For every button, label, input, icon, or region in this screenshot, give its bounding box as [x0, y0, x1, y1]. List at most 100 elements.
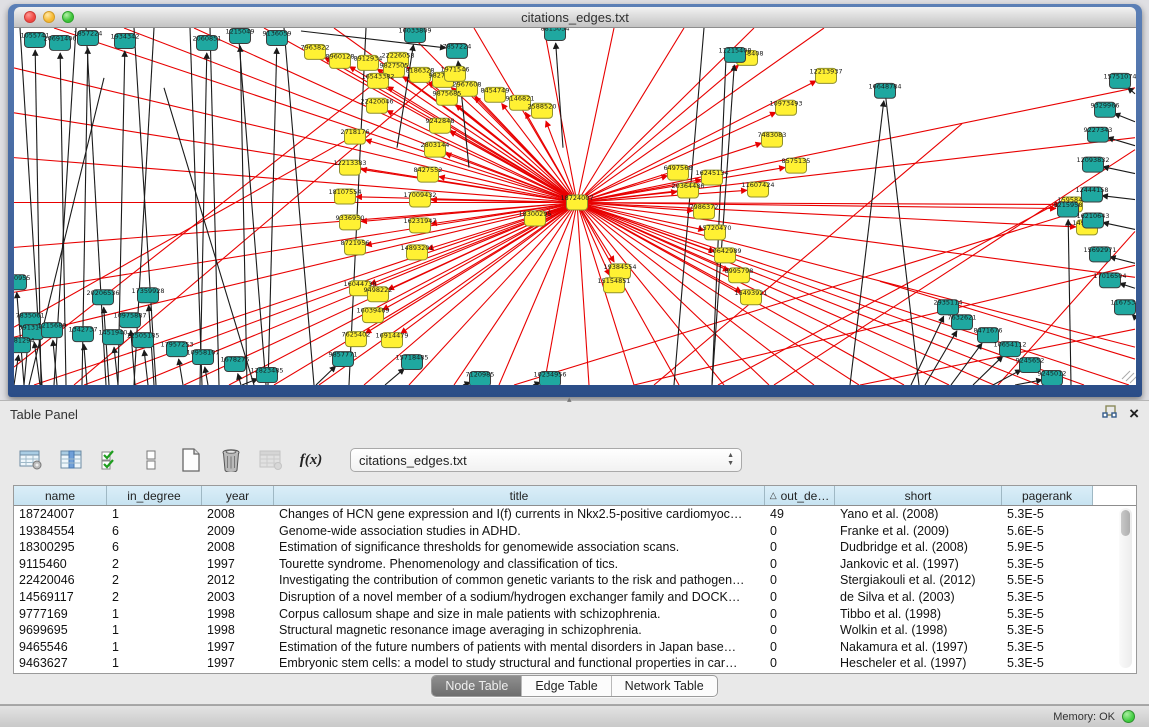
table-cell[interactable]: 6 — [107, 539, 202, 556]
table-cell[interactable]: 5.5E-5 — [1002, 572, 1093, 589]
table-cell[interactable]: 14569117 — [14, 589, 107, 606]
table-cell[interactable]: 18724007 — [14, 506, 107, 523]
table-cell[interactable]: 0 — [765, 523, 835, 540]
table-cell[interactable]: 9699695 — [14, 622, 107, 639]
table-cell[interactable]: 0 — [765, 639, 835, 656]
show-columns-icon[interactable] — [58, 447, 84, 473]
table-cell[interactable]: 0 — [765, 539, 835, 556]
table-cell[interactable]: Corpus callosum shape and size in male p… — [274, 606, 765, 623]
table-cell[interactable]: 1997 — [202, 556, 274, 573]
table-cell[interactable]: Wolkin et al. (1998) — [835, 622, 1002, 639]
table-cell[interactable]: 9465546 — [14, 639, 107, 656]
table-settings-icon[interactable] — [18, 447, 44, 473]
table-cell[interactable]: Changes of HCN gene expression and I(f) … — [274, 506, 765, 523]
column-header-year[interactable]: year — [202, 486, 274, 505]
window-titlebar[interactable]: citations_edges.txt — [14, 7, 1136, 28]
table-selector-dropdown[interactable]: citations_edges.txt ▲▼ — [350, 448, 742, 472]
table-cell[interactable]: 1 — [107, 655, 202, 672]
table-cell[interactable]: 5.3E-5 — [1002, 655, 1093, 672]
table-row[interactable]: 1830029562008Estimation of significance … — [14, 539, 1136, 556]
table-cell[interactable]: Jankovic et al. (1997) — [835, 556, 1002, 573]
table-cell[interactable]: Dudbridge et al. (2008) — [835, 539, 1002, 556]
table-cell[interactable]: de Silva et al. (2003) — [835, 589, 1002, 606]
table-cell[interactable]: 6 — [107, 523, 202, 540]
table-cell[interactable]: 0 — [765, 589, 835, 606]
table-cell[interactable]: 1 — [107, 606, 202, 623]
table-cell[interactable]: 9115460 — [14, 556, 107, 573]
close-panel-icon[interactable]: × — [1129, 407, 1139, 421]
function-builder-icon[interactable]: f(x) — [298, 447, 324, 473]
table-cell[interactable]: Nakamura et al. (1997) — [835, 639, 1002, 656]
table-row[interactable]: 946362711997Embryonic stem cells: a mode… — [14, 655, 1136, 672]
table-cell[interactable]: 9463627 — [14, 655, 107, 672]
column-header-pagerank[interactable]: pagerank — [1002, 486, 1093, 505]
table-cell[interactable]: 0 — [765, 655, 835, 672]
table-cell[interactable]: 1 — [107, 622, 202, 639]
table-cell[interactable]: 0 — [765, 606, 835, 623]
tab-network-table[interactable]: Network Table — [611, 676, 717, 696]
table-cell[interactable]: 1997 — [202, 639, 274, 656]
delete-table-icon[interactable] — [218, 447, 244, 473]
table-row[interactable]: 2242004622012Investigating the contribut… — [14, 572, 1136, 589]
table-cell[interactable]: 2003 — [202, 589, 274, 606]
column-header-name[interactable]: name — [14, 486, 107, 505]
table-cell[interactable]: 0 — [765, 556, 835, 573]
table-cell[interactable]: 49 — [765, 506, 835, 523]
memory-status-icon[interactable] — [1122, 710, 1135, 723]
table-cell[interactable]: Hescheler et al. (1997) — [835, 655, 1002, 672]
table-cell[interactable]: 5.6E-5 — [1002, 523, 1093, 540]
tab-edge-table[interactable]: Edge Table — [521, 676, 610, 696]
table-row[interactable]: 1872400712008Changes of HCN gene express… — [14, 506, 1136, 523]
table-cell[interactable]: 2012 — [202, 572, 274, 589]
close-window-button[interactable] — [24, 11, 36, 23]
table-cell[interactable]: 2008 — [202, 506, 274, 523]
table-cell[interactable]: 19384554 — [14, 523, 107, 540]
table-row[interactable]: 1938455462009Genome-wide association stu… — [14, 523, 1136, 540]
table-vertical-scrollbar[interactable] — [1119, 508, 1132, 668]
table-cell[interactable]: 2009 — [202, 523, 274, 540]
table-cell[interactable]: 1998 — [202, 606, 274, 623]
table-cell[interactable]: Tourette syndrome. Phenomenology and cla… — [274, 556, 765, 573]
scrollbar-thumb[interactable] — [1121, 510, 1130, 536]
table-row[interactable]: 1456911722003Disruption of a novel membe… — [14, 589, 1136, 606]
table-row[interactable]: 946554611997Estimation of the future num… — [14, 639, 1136, 656]
unselect-all-columns-icon[interactable] — [138, 447, 164, 473]
table-row[interactable]: 969969511998Structural magnetic resonanc… — [14, 622, 1136, 639]
table-cell[interactable]: 0 — [765, 622, 835, 639]
import-table-icon[interactable] — [258, 447, 284, 473]
float-panel-icon[interactable] — [1102, 405, 1117, 424]
table-cell[interactable]: Structural magnetic resonance image aver… — [274, 622, 765, 639]
create-table-icon[interactable] — [178, 447, 204, 473]
column-header-out_de[interactable]: △out_de… — [765, 486, 835, 505]
column-header-short[interactable]: short — [835, 486, 1002, 505]
table-cell[interactable]: 5.3E-5 — [1002, 639, 1093, 656]
table-cell[interactable]: 5.3E-5 — [1002, 622, 1093, 639]
table-cell[interactable]: Genome-wide association studies in ADHD. — [274, 523, 765, 540]
table-cell[interactable]: Disruption of a novel member of a sodium… — [274, 589, 765, 606]
table-cell[interactable]: Franke et al. (2009) — [835, 523, 1002, 540]
table-cell[interactable]: Embryonic stem cells: a model to study s… — [274, 655, 765, 672]
table-cell[interactable]: 2 — [107, 556, 202, 573]
tab-node-table[interactable]: Node Table — [432, 676, 521, 696]
table-cell[interactable]: 2 — [107, 589, 202, 606]
table-cell[interactable]: 5.3E-5 — [1002, 506, 1093, 523]
zoom-window-button[interactable] — [62, 11, 74, 23]
table-cell[interactable]: 9777169 — [14, 606, 107, 623]
table-cell[interactable]: Stergiakouli et al. (2012) — [835, 572, 1002, 589]
table-row[interactable]: 977716911998Corpus callosum shape and si… — [14, 606, 1136, 623]
table-cell[interactable]: 5.9E-5 — [1002, 539, 1093, 556]
table-cell[interactable]: 1 — [107, 506, 202, 523]
table-cell[interactable]: 1 — [107, 639, 202, 656]
table-cell[interactable]: 5.3E-5 — [1002, 556, 1093, 573]
table-cell[interactable]: 5.3E-5 — [1002, 589, 1093, 606]
column-header-title[interactable]: title — [274, 486, 765, 505]
network-canvas[interactable]: 1872400779638228960128891293422226058982… — [14, 28, 1136, 385]
table-cell[interactable]: 22420046 — [14, 572, 107, 589]
table-cell[interactable]: Estimation of significance thresholds fo… — [274, 539, 765, 556]
table-cell[interactable]: 2 — [107, 572, 202, 589]
column-header-in_degree[interactable]: in_degree — [107, 486, 202, 505]
table-row[interactable]: 911546021997Tourette syndrome. Phenomeno… — [14, 556, 1136, 573]
minimize-window-button[interactable] — [43, 11, 55, 23]
table-cell[interactable]: Tibbo et al. (1998) — [835, 606, 1002, 623]
table-cell[interactable]: 1998 — [202, 622, 274, 639]
